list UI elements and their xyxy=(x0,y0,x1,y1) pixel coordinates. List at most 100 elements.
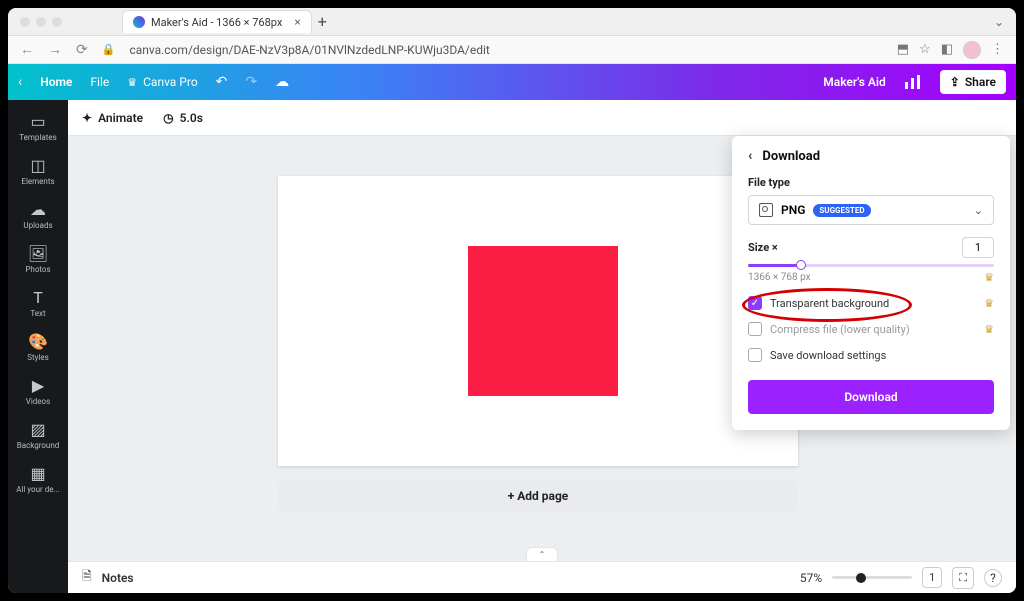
uploads-icon: ☁ xyxy=(30,200,46,219)
bottom-bar: 🗎 Notes 57% 1 ⛶ ? xyxy=(68,561,1016,593)
clock-icon: ◷ xyxy=(163,111,173,125)
file-type-value: PNG xyxy=(781,203,805,217)
sidebar-item-elements[interactable]: ◫Elements xyxy=(8,150,68,192)
duration-button[interactable]: ◷ 5.0s xyxy=(163,111,203,125)
sidebar-item-photos[interactable]: 🖼 Photos xyxy=(8,238,68,280)
help-icon[interactable]: ? xyxy=(984,569,1002,587)
notes-button[interactable]: Notes xyxy=(102,571,134,585)
sidebar-label: Videos xyxy=(26,397,50,406)
save-settings-checkbox[interactable] xyxy=(748,348,762,362)
red-square-element[interactable] xyxy=(468,246,618,396)
window-maximize-icon[interactable] xyxy=(52,17,62,27)
sidebar-label: Text xyxy=(30,309,45,318)
pro-crown-icon: ♛ xyxy=(984,323,994,336)
pro-crown-icon: ♛ xyxy=(984,297,994,310)
animate-label: Animate xyxy=(98,111,143,125)
sidebar-item-styles[interactable]: 🎨 Styles xyxy=(8,326,68,368)
size-label: Size × xyxy=(748,241,778,254)
zoom-label: 57% xyxy=(800,571,822,585)
sidebar-label: Elements xyxy=(21,177,54,186)
file-type-label: File type xyxy=(748,176,994,189)
canva-topbar: ‹ Home File ♛ Canva Pro ↶ ↷ ☁ Maker's Ai… xyxy=(8,64,1016,100)
transparent-bg-row[interactable]: ✓ Transparent background ♛ xyxy=(748,296,994,310)
sidebar-item-templates[interactable]: ▭ Templates xyxy=(8,106,68,148)
project-name[interactable]: Maker's Aid xyxy=(823,75,886,89)
duration-label: 5.0s xyxy=(180,111,203,125)
extension-icon[interactable]: ◧ xyxy=(941,42,953,57)
canva-favicon-icon xyxy=(133,16,145,28)
templates-icon: ▭ xyxy=(30,112,45,131)
compress-checkbox[interactable] xyxy=(748,322,762,336)
sidebar-item-videos[interactable]: ▶Videos xyxy=(8,370,68,412)
chevron-down-icon: ⌄ xyxy=(974,204,983,217)
file-menu[interactable]: File xyxy=(90,75,109,89)
animate-button[interactable]: ✦ Animate xyxy=(82,111,143,125)
dimensions-text: 1366 × 768 px xyxy=(748,272,811,283)
add-page-label: + Add page xyxy=(508,489,569,503)
window-close-icon[interactable] xyxy=(20,17,30,27)
suggested-badge: SUGGESTED xyxy=(813,204,870,217)
sidebar: ▭ Templates ◫Elements ☁ Uploads 🖼 Photos TT… xyxy=(8,100,68,593)
home-back-icon[interactable]: ‹ xyxy=(18,74,22,90)
panel-back-icon[interactable]: ‹ xyxy=(748,148,752,164)
transparent-checkbox[interactable]: ✓ xyxy=(748,296,762,310)
forward-icon[interactable]: → xyxy=(48,41,62,58)
new-tab-button[interactable]: + xyxy=(318,12,327,31)
tab-title: Maker's Aid - 1366 × 768px xyxy=(151,16,282,29)
download-button[interactable]: Download xyxy=(748,380,994,414)
page-count-button[interactable]: 1 xyxy=(922,567,942,588)
crown-icon: ♛ xyxy=(127,76,137,89)
notes-icon: 🗎 xyxy=(82,567,92,588)
sidebar-label: Styles xyxy=(27,353,48,362)
browser-tab[interactable]: Maker's Aid - 1366 × 768px × xyxy=(122,10,312,33)
cloud-sync-icon[interactable]: ☁ xyxy=(275,74,289,90)
sidebar-label: All your de... xyxy=(16,485,60,494)
undo-icon[interactable]: ↶ xyxy=(216,74,228,90)
home-link[interactable]: Home xyxy=(40,75,72,89)
size-slider[interactable] xyxy=(748,264,994,267)
compress-row[interactable]: Compress file (lower quality) ♛ xyxy=(748,322,994,336)
add-page-button[interactable]: + Add page xyxy=(278,481,798,511)
design-page[interactable] xyxy=(278,176,798,466)
back-icon[interactable]: ← xyxy=(20,41,34,58)
sidebar-item-uploads[interactable]: ☁ Uploads xyxy=(8,194,68,236)
file-type-select[interactable]: PNG SUGGESTED ⌄ xyxy=(748,195,994,225)
save-settings-label: Save download settings xyxy=(770,349,886,362)
text-icon: T xyxy=(33,288,43,307)
canva-pro-link[interactable]: Canva Pro xyxy=(143,75,198,89)
profile-avatar-icon[interactable] xyxy=(963,41,981,59)
sidebar-item-text[interactable]: T Text xyxy=(8,282,68,324)
page-indicator-handle[interactable]: ⌃ xyxy=(526,547,558,561)
zoom-slider[interactable] xyxy=(832,576,912,579)
analytics-icon[interactable] xyxy=(904,74,922,90)
animate-icon: ✦ xyxy=(82,111,92,125)
editor-toolbar: ✦ Animate ◷ 5.0s xyxy=(68,100,1016,136)
redo-icon[interactable]: ↷ xyxy=(245,74,257,90)
sidebar-item-all-designs[interactable]: ▦ All your de... xyxy=(8,458,68,500)
tabs-overflow-icon[interactable]: ⌄ xyxy=(994,15,1004,29)
styles-icon: 🎨 xyxy=(28,332,48,351)
photos-icon: 🖼 xyxy=(28,244,48,263)
compress-label: Compress file (lower quality) xyxy=(770,323,910,336)
reload-icon[interactable]: ⟳ xyxy=(76,42,88,58)
browser-titlebar: Maker's Aid - 1366 × 768px × + ⌄ xyxy=(8,8,1016,36)
size-input[interactable] xyxy=(962,237,994,258)
sidebar-label: Uploads xyxy=(23,221,52,230)
address-text[interactable]: canva.com/design/DAE-NzV3p8A/01NVlNzdedL… xyxy=(129,43,882,57)
sidebar-item-background[interactable]: ▨Background xyxy=(8,414,68,456)
bookmark-icon[interactable]: ☆ xyxy=(919,42,931,57)
share-label: Share xyxy=(965,75,996,89)
browser-menu-icon[interactable]: ⋮ xyxy=(991,42,1004,57)
background-icon: ▨ xyxy=(30,420,45,439)
share-button[interactable]: ⇪ Share xyxy=(940,70,1006,94)
sidebar-label: Templates xyxy=(19,133,56,142)
tab-close-icon[interactable]: × xyxy=(294,15,300,29)
image-icon xyxy=(759,203,773,217)
all-designs-icon: ▦ xyxy=(30,464,45,483)
fullscreen-icon[interactable]: ⛶ xyxy=(952,567,974,589)
window-minimize-icon[interactable] xyxy=(36,17,46,27)
install-app-icon[interactable]: ⬒ xyxy=(897,42,909,57)
save-settings-row[interactable]: Save download settings xyxy=(748,348,994,362)
lock-icon: 🔒 xyxy=(102,43,116,56)
sidebar-label: Photos xyxy=(25,265,50,274)
